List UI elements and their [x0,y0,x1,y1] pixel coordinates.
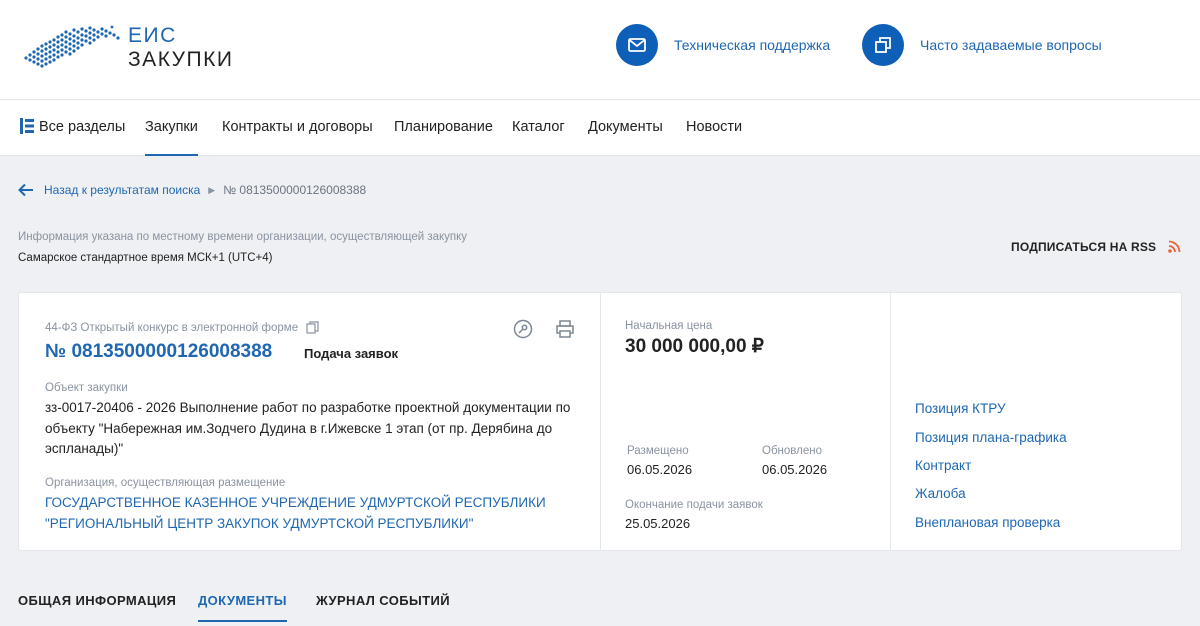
procurement-card: 44-ФЗ Открытый конкурс в электронной фор… [18,292,1182,551]
back-to-results-link[interactable]: Назад к результатам поиска [44,183,200,197]
logo-wordmark: ЕИС ЗАКУПКИ [128,24,233,72]
nav-purchases[interactable]: Закупки [145,100,198,156]
key-icon[interactable] [513,319,533,344]
arrow-left-icon[interactable] [18,183,34,197]
tab-general-info[interactable]: ОБЩАЯ ИНФОРМАЦИЯ [18,593,176,620]
updated-label: Обновлено [762,445,822,457]
breadcrumb-separator-icon: ▶ [208,184,216,195]
nav-planning[interactable]: Планирование [394,100,493,156]
copy-icon[interactable] [306,321,319,334]
breadcrumb-current: № 0813500000126008388 [223,183,367,197]
print-icon[interactable] [556,320,574,343]
timezone-value: Самарское стандартное время МСК+1 (UTC+4… [18,252,273,264]
tab-event-log[interactable]: ЖУРНАЛ СОБЫТИЙ [316,593,450,620]
nav-catalog[interactable]: Каталог [512,100,565,156]
logo-line-2: ЗАКУПКИ [128,48,234,71]
eis-logo[interactable]: ЕИС ЗАКУПКИ [18,22,238,78]
breadcrumb: Назад к результатам поиска ▶ № 081350000… [18,183,366,197]
initial-price: 30 000 000,00 ₽ [625,336,764,357]
sections-icon [20,118,34,134]
link-plan-schedule-position[interactable]: Позиция плана-графика [915,430,1067,445]
timezone-note: Информация указана по местному времени о… [18,231,468,243]
object-label: Объект закупки [45,382,128,394]
column-divider [890,293,891,550]
posted-date: 06.05.2026 [627,462,693,477]
russia-map-logo-icon [24,25,120,68]
link-unscheduled-inspection[interactable]: Внеплановая проверка [915,515,1060,530]
procedure-type-label: 44-ФЗ Открытый конкурс в электронной фор… [45,321,299,334]
copy-icon [862,24,904,66]
column-divider [600,293,601,550]
organization-label: Организация, осуществляющая размещение [45,477,286,489]
faq-label: Часто задаваемые вопросы [920,37,1102,53]
nav-all-sections-label: Все разделы [39,119,126,135]
organization-link[interactable]: ГОСУДАРСТВЕННОЕ КАЗЕННОЕ УЧРЕЖДЕНИЕ УДМУ… [45,493,585,534]
object-description: зз-0017-20406 - 2026 Выполнение работ по… [45,400,571,456]
nav-news[interactable]: Новости [686,100,742,156]
logo-line-1: ЕИС [128,24,177,47]
link-ktru-position[interactable]: Позиция КТРУ [915,401,1006,416]
nav-all-sections[interactable]: Все разделы [20,100,125,156]
procurement-status: Подача заявок [304,346,399,361]
link-contract[interactable]: Контракт [915,458,971,473]
rss-icon[interactable] [1168,240,1181,258]
deadline-date: 25.05.2026 [625,516,691,531]
procedure-type: 44-ФЗ Открытый конкурс в электронной фор… [45,321,319,334]
support-button[interactable]: Техническая поддержка [616,24,830,66]
header: ЕИС ЗАКУПКИ Техническая поддержка Часто … [0,0,1200,100]
tab-documents[interactable]: ДОКУМЕНТЫ [198,593,287,622]
support-label: Техническая поддержка [674,37,831,53]
nav-contracts[interactable]: Контракты и договоры [222,100,373,156]
updated-date: 06.05.2026 [762,462,828,477]
posted-label: Размещено [627,445,689,457]
main-nav: Все разделы Закупки Контракты и договоры… [0,100,1200,156]
rss-subscribe-link[interactable]: ПОДПИСАТЬСЯ НА RSS [1011,240,1156,254]
deadline-label: Окончание подачи заявок [625,499,763,511]
nav-documents[interactable]: Документы [588,100,663,156]
price-label: Начальная цена [625,320,713,332]
faq-button[interactable]: Часто задаваемые вопросы [862,24,1102,66]
procurement-number[interactable]: № 0813500000126008388 [45,341,272,363]
mail-icon [616,24,658,66]
link-complaint[interactable]: Жалоба [915,486,966,501]
